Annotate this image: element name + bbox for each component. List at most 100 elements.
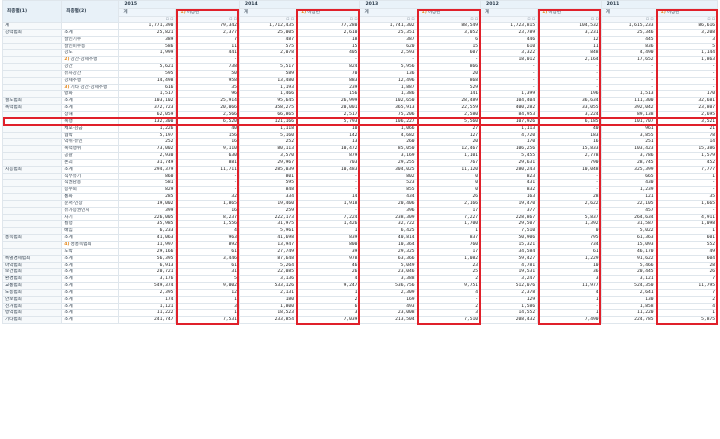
subheader-minor[interactable]: 1)이상년 xyxy=(537,8,602,17)
value-cell-minor: 1,229 xyxy=(537,254,602,263)
table-row[interactable]: 폭력행위 73,002 9,110 80,113 10,472 85,050 12,467 1… xyxy=(1,145,719,154)
value-cell-total: 1,113 xyxy=(479,124,539,133)
table-row[interactable]: 안보범죄 소계 174 1 180 2 169-129 1 130 2 xyxy=(1,295,719,304)
value-cell-minor: 35 xyxy=(655,193,719,201)
table-row[interactable]: 유가증권인지 399 16 259-396 17 377-457- xyxy=(1,206,719,215)
subcategory-label: 소계 xyxy=(64,98,73,104)
col2-header[interactable]: 죄종별(2) xyxy=(61,0,120,23)
table-row[interactable]: 살인기수 389 7 487 18 387 6 446 12 445 3 xyxy=(1,35,719,44)
table-row[interactable]: 풍속범죄 소계 41,063 963 41,698 839 40,814 837 50,906 7… xyxy=(1,234,719,242)
table-row[interactable]: 방화 1,517 96 1,466 156 1,386 141 1,399 196 1,513 17… xyxy=(1,90,719,99)
year-header-2014[interactable]: 2014 xyxy=(238,0,361,9)
value-cell-minor: 795 xyxy=(537,234,602,242)
value-cell-total: 1,858 xyxy=(600,302,657,311)
table-row[interactable]: 도박 29,166 61 27,749 39 29,325 17 34,584 61 46,170… xyxy=(1,247,719,256)
table-row[interactable]: 배임 6,233 4 5,961 1 6,425 1 7,510 0 5,022 1 xyxy=(1,227,719,236)
table-row[interactable]: 지능범죄 소계 294,379 11,711 285,039 10,483 304,025 1… xyxy=(1,165,719,174)
category-cell xyxy=(1,241,63,249)
table-row[interactable]: 노동범죄 소계 2,395 12 2,131 1 2,309 4 2,378 4 2,641 7 xyxy=(1,288,719,297)
table-row[interactable]: 3)기타 강간·강제추행 616 35 1,193 239 1,887 529- - - - xyxy=(1,83,719,92)
value-cell-total: 6,233 xyxy=(118,227,177,236)
table-row[interactable]: 강간 5,621 738 5,517 824 5,956 866- - - - xyxy=(1,63,719,71)
value-cell-minor: 142 xyxy=(295,131,361,140)
table-row[interactable]: 살인미수등 586 11 575 15 620 15 610 11 836 5 xyxy=(1,42,719,51)
value-cell-total: 170 xyxy=(479,138,539,147)
category-cell xyxy=(1,110,63,119)
subheader-minor[interactable]: 1)이상년 xyxy=(295,8,361,17)
value-cell-minor: 20 xyxy=(416,69,482,78)
subheader-total[interactable]: 계 xyxy=(600,8,657,17)
subheader-total[interactable]: 계 xyxy=(479,8,539,17)
year-header-2011[interactable]: 2011 xyxy=(600,0,719,9)
table-row[interactable]: 강도 1,999 441 2,078 405 2,593 607 3,322 848 4,490 1… xyxy=(1,49,719,58)
table-row-highlighted[interactable]: 폭행 132,300 6,520 121,166 5,793 106,227 5,560 10… xyxy=(1,117,719,126)
table-row[interactable]: 병역범죄 소계 11,222 1 18,523 3 23,008 3 14,552 1 11,220… xyxy=(1,309,719,318)
table-row[interactable]: 공갈 2,930 630 3,570 879 3,169 1,101 5,455 2,778 3,… xyxy=(1,152,719,160)
value-cell-minor: 26,999 xyxy=(295,97,361,106)
subheader-total[interactable]: 계 xyxy=(359,8,418,17)
table-row[interactable]: 약취·유인 252 16 252 13 260 20 170 16 251 14 xyxy=(1,138,719,147)
table-row[interactable]: 문서·인장 19,002 1,865 19,460 1,918 20,406 2,166 19… xyxy=(1,199,719,208)
table-row[interactable]: 기타범죄 소계 241,747 7,531 233,854 7,039 213,504 7,5… xyxy=(1,316,719,325)
value-cell-total: 73,002 xyxy=(118,145,177,154)
value-cell-minor: - xyxy=(175,56,240,65)
table-row[interactable]: 교통범죄 소계 549,374 9,002 533,126 9,247 536,756 9,7… xyxy=(1,282,719,290)
table-row[interactable]: 2)강간·강제추행 - - - - - -18,012 2,164 17,652 1,863 xyxy=(1,56,719,65)
value-cell-minor: 3,224 xyxy=(537,110,602,119)
value-cell-total: 29,631 xyxy=(479,158,539,167)
table-row[interactable]: 강제추행 14,498 958 13,480 883 12,496 868- - - - xyxy=(1,76,719,85)
table-row[interactable]: 절도범죄 소계 103,102 25,914 95,645 26,999 102,650 28… xyxy=(1,97,719,106)
value-cell-minor: 7,039 xyxy=(295,316,361,325)
table-row[interactable]: 협박 5,197 156 5,160 142 4,682 127 4,720 183 3,855 7… xyxy=(1,131,719,140)
table-row[interactable]: 4)성풍속범죄 11,997 892 13,947 800 10,364 760 15,321… xyxy=(1,241,719,249)
table-row[interactable]: 통화 285 32 334 14 434 26 163 28 121 35 xyxy=(1,193,719,201)
table-row[interactable]: 선거범죄 소계 1,121 3 1,800 6 493 2 1,586-1,858 4 xyxy=(1,302,719,311)
table-row[interactable]: 횡령 35,985 1,556 31,975 1,426 32,722 1,700 29,50… xyxy=(1,220,719,229)
subheader-minor[interactable]: 1)이상년 xyxy=(655,8,719,17)
value-cell-minor: 7,777 xyxy=(655,165,719,174)
value-cell-minor: 18 xyxy=(295,35,361,44)
table-row[interactable]: 계 1,771,390 79,342 1,712,435 77,280 1,741,302… xyxy=(1,22,719,30)
value-cell-minor: 3,521 xyxy=(655,117,719,126)
value-cell-total: 1,193 xyxy=(238,83,297,92)
table-row[interactable]: 강력범죄 소계 25,821 2,377 25,005 2,610 25,351 3,052 2… xyxy=(1,28,719,37)
value-cell-total: 103,102 xyxy=(118,97,177,106)
value-cell-total: 18,012 xyxy=(479,56,539,65)
table-row[interactable]: 유사강간 595 50 589 70 136 20- - - - xyxy=(1,69,719,78)
value-cell-total: 2,378 xyxy=(479,288,539,297)
table-row[interactable]: 직권남용 581-595-523 0 431-430- xyxy=(1,179,719,188)
subheader-minor[interactable]: 1)이상년 xyxy=(416,8,482,17)
value-cell-total: 208,432 xyxy=(479,316,539,325)
value-cell-total: 25,346 xyxy=(600,28,657,37)
table-row[interactable]: 상해 62,059 2,566 66,865 2,517 75,206 2,580 84,95… xyxy=(1,110,719,119)
value-cell-minor: 3 xyxy=(537,275,602,284)
subheader-minor[interactable]: 1)이상년 xyxy=(175,8,240,17)
value-cell-total: 1,741,302 xyxy=(359,22,418,30)
year-header-2012[interactable]: 2012 xyxy=(480,0,602,9)
col1-header[interactable]: 죄종별(1) xyxy=(1,0,63,23)
subheader-total[interactable]: 계 xyxy=(118,8,177,17)
table-row[interactable]: 사기 226,005 8,237 222,173 7,224 238,309 7,227 22… xyxy=(1,213,719,222)
value-cell-minor: 958 xyxy=(175,76,240,85)
table-row[interactable]: 마약범죄 소계 6,913 61 5,264 46 5,049 23 4,781 10 5,466 2… xyxy=(1,261,719,270)
table-row[interactable]: 폭력범죄 소계 372,723 20,066 358,275 20,001 365,913 2… xyxy=(1,104,719,112)
subheader-total[interactable]: 계 xyxy=(238,8,297,17)
value-cell-minor: 10,472 xyxy=(295,145,361,154)
table-row[interactable]: 증수뢰 829-848-855 0 832-1,239- xyxy=(1,186,719,195)
table-row[interactable]: 특별경제범죄 소계 56,395 3,446 87,648 978 63,366 1,082 5… xyxy=(1,254,719,263)
table-row[interactable]: 보건범죄 소계 20,721 31 22,085 26 23,046 25 19,531 36 20… xyxy=(1,268,719,277)
subcategory-cell: 유사강간 xyxy=(61,69,120,78)
subcategory-cell: 강제추행 xyxy=(61,76,120,85)
value-cell-minor: 15,386 xyxy=(655,145,719,154)
table-row[interactable]: 손괴 31,749 881 29,967 703 29,255 767 29,631 790 28… xyxy=(1,158,719,167)
value-cell-minor: 31 xyxy=(175,268,240,277)
table-row[interactable]: 체포·감금 1,226 40 1,118 10 1,066 27 1,113 40 961 21 xyxy=(1,124,719,133)
value-cell-total: 823 xyxy=(479,172,539,181)
value-cell-minor: 2 xyxy=(295,295,361,304)
table-row[interactable]: 직무유기 860-801-802 0 823-665 1 xyxy=(1,172,719,181)
table-row[interactable]: 환경범죄 소계 3,176 5 3,136 4 3,388 2 3,247 3 3,121 7 xyxy=(1,275,719,284)
year-header-2015[interactable]: 2015 xyxy=(118,0,240,9)
value-cell-total: 29,507 xyxy=(479,220,539,229)
value-cell-minor: 529 xyxy=(416,83,482,92)
year-header-2013[interactable]: 2013 xyxy=(359,0,481,9)
